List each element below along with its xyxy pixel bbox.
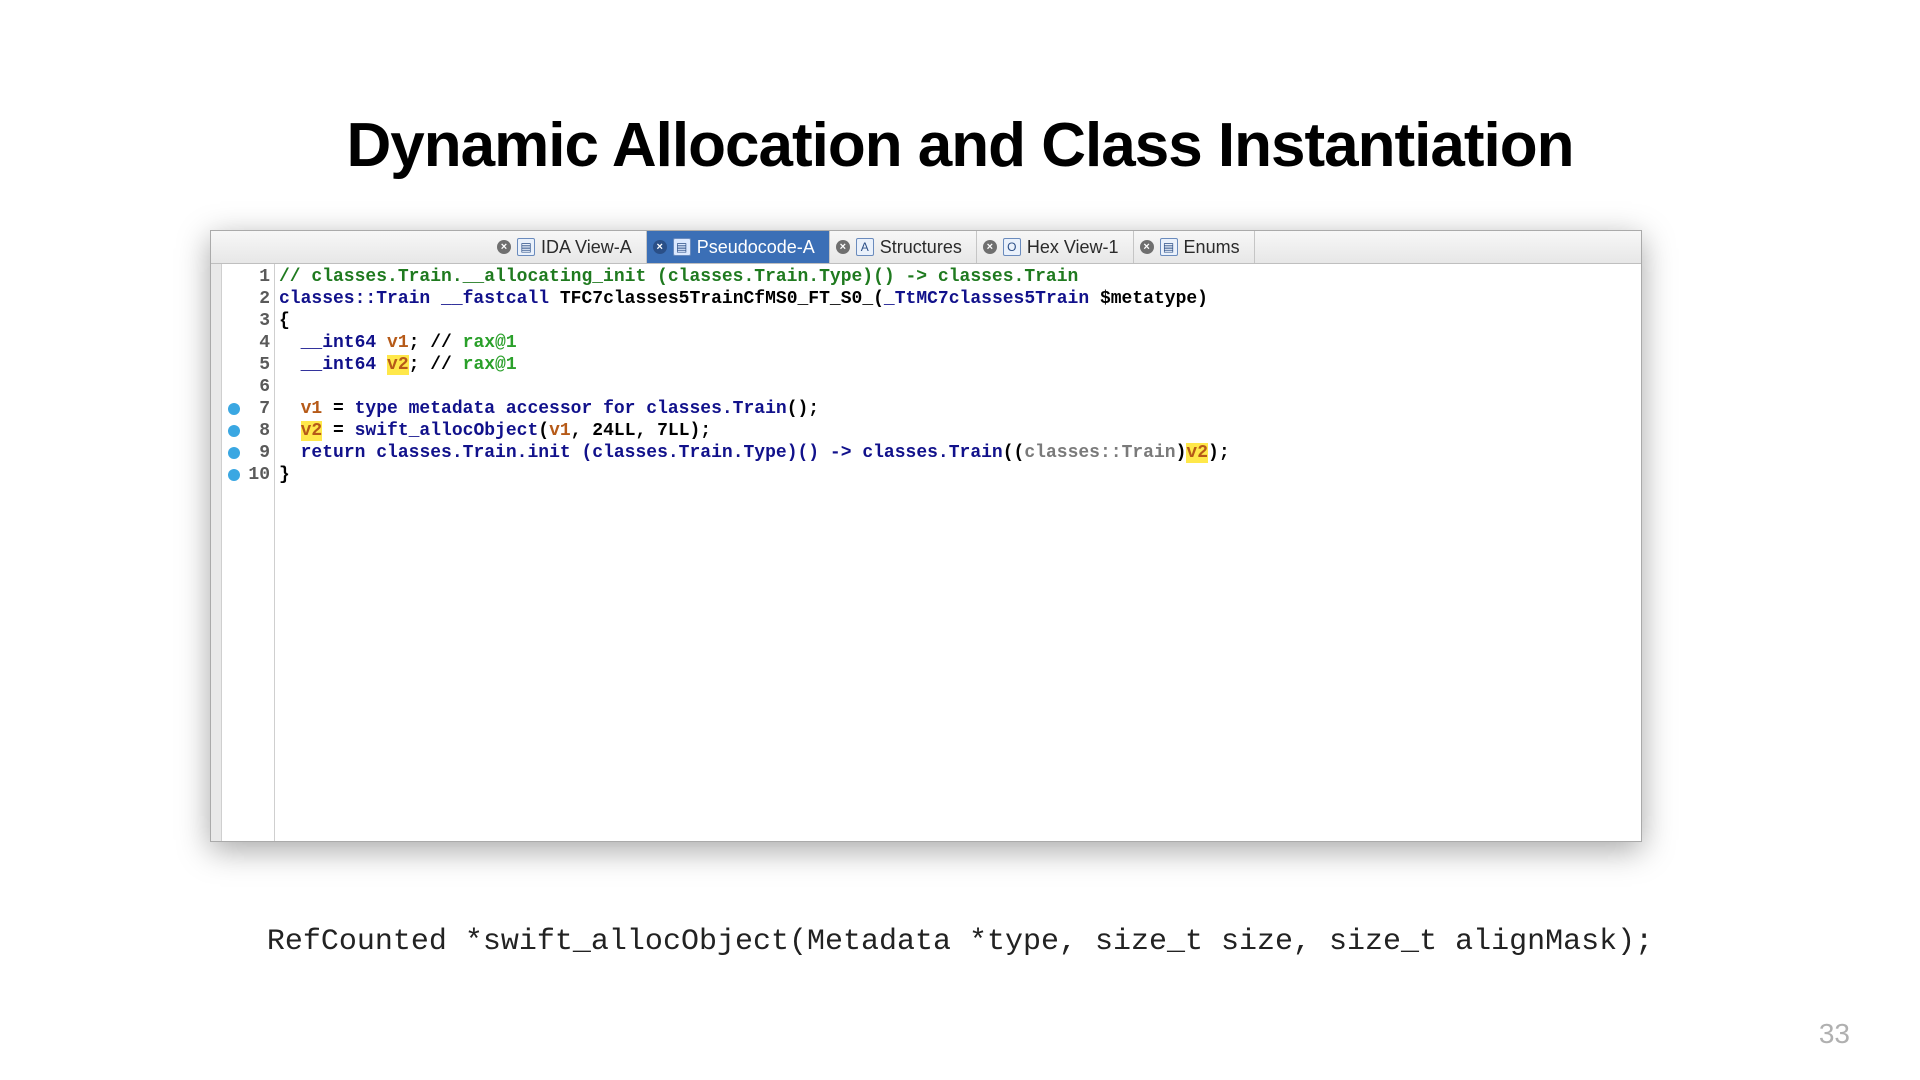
code-area[interactable]: // classes.Train.__allocating_init (clas… [275,264,1641,841]
code-token: __int64 [279,355,387,375]
close-icon[interactable]: × [836,240,850,254]
tab-label: Hex View-1 [1027,237,1119,258]
code-token: = [322,421,354,441]
code-token: classes::Train [1024,443,1175,463]
pseudocode-icon: ▤ [673,238,691,256]
hex-view-icon: O [1003,238,1021,256]
code-token: ; // [409,333,463,353]
code-token: type metadata accessor for classes.Train [355,399,787,419]
tab-label: Structures [880,237,962,258]
code-token [279,399,301,419]
code-token: swift_allocObject [355,421,539,441]
code-token: _TtMC7classes5Train [884,289,1089,309]
close-icon[interactable]: × [653,240,667,254]
code-token: classes::Train [279,289,441,309]
code-token [365,443,376,463]
code-token: classes.Train.init (classes.Train.Type)(… [376,443,1003,463]
line-number: 10 [222,464,274,486]
tab-label: Pseudocode-A [697,237,815,258]
code-token: $metatype) [1089,289,1208,309]
code-token: = [322,399,354,419]
line-gutter: 1 2 3 4 5 6 7 8 9 10 [222,264,275,841]
code-token: v1 [301,399,323,419]
tab-hex-view[interactable]: × O Hex View-1 [977,231,1134,263]
code-token: ; // [409,355,463,375]
code-token: } [279,465,290,485]
breakpoint-dot[interactable] [228,425,240,437]
drag-handle[interactable] [211,264,222,841]
code-token: (( [1003,443,1025,463]
close-icon[interactable]: × [497,240,511,254]
tab-structures[interactable]: × A Structures [830,231,977,263]
line-number: 7 [222,398,274,420]
breakpoint-dot[interactable] [228,447,240,459]
code-token: TFC7classes5TrainCfMS0_FT_S0_( [549,289,884,309]
slide-title: Dynamic Allocation and Class Instantiati… [0,110,1920,181]
line-number: 6 [222,376,274,398]
code-token-highlight: v2 [301,421,323,441]
structures-icon: A [856,238,874,256]
line-number: 9 [222,442,274,464]
page-number: 33 [1819,1018,1850,1050]
tab-bar: × ▤ IDA View-A × ▤ Pseudocode-A × A Stru… [211,231,1641,264]
close-icon[interactable]: × [1140,240,1154,254]
code-token: (); [787,399,819,419]
code-body: 1 2 3 4 5 6 7 8 9 10 // classes.Train.__… [211,264,1641,841]
code-token: rax@1 [463,333,517,353]
caption-text: RefCounted *swift_allocObject(Metadata *… [0,925,1920,959]
code-token: ) [1176,443,1187,463]
ida-view-icon: ▤ [517,238,535,256]
line-number: 2 [222,288,274,310]
line-number: 3 [222,310,274,332]
code-token-highlight: v2 [1186,443,1208,463]
tab-label: IDA View-A [541,237,632,258]
code-token: , 24LL, 7LL); [571,421,711,441]
line-number: 4 [222,332,274,354]
line-number: 8 [222,420,274,442]
code-token: ); [1208,443,1230,463]
breakpoint-dot[interactable] [228,469,240,481]
code-token [279,421,301,441]
line-number: 5 [222,354,274,376]
ida-window: × ▤ IDA View-A × ▤ Pseudocode-A × A Stru… [210,230,1642,842]
line-number: 1 [222,266,274,288]
tab-label: Enums [1184,237,1240,258]
tab-enums[interactable]: × ▤ Enums [1134,231,1255,263]
code-token: ( [538,421,549,441]
code-comment: // classes.Train.__allocating_init (clas… [279,267,1078,287]
code-token: { [279,311,290,331]
code-token: __fastcall [441,289,549,309]
code-token: rax@1 [463,355,517,375]
breakpoint-dot[interactable] [228,403,240,415]
code-token [279,443,301,463]
tab-ida-view[interactable]: × ▤ IDA View-A [491,231,647,263]
code-token: v1 [549,421,571,441]
enums-icon: ▤ [1160,238,1178,256]
code-token: v1 [387,333,409,353]
code-token: return [301,443,366,463]
close-icon[interactable]: × [983,240,997,254]
code-token-highlight: v2 [387,355,409,375]
code-token: __int64 [279,333,387,353]
tab-pseudocode[interactable]: × ▤ Pseudocode-A [647,231,830,263]
